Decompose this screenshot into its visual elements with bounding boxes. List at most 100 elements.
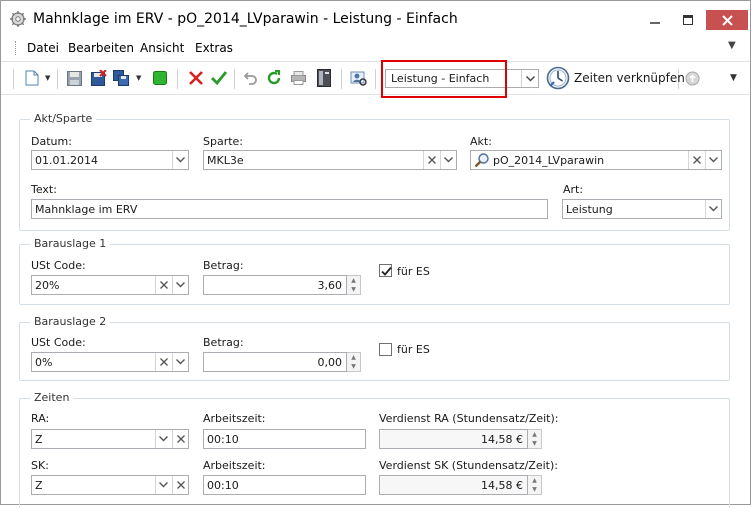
sk-verdienst-value: 14,58 € <box>481 479 523 492</box>
art-value: Leistung <box>566 203 613 216</box>
sparte-field[interactable]: MKL3e <box>203 150 457 170</box>
spin-up-icon[interactable]: ▲ <box>347 353 360 362</box>
ust-code-2-clear-icon[interactable] <box>155 353 171 371</box>
spin-down-icon[interactable]: ▼ <box>528 439 541 448</box>
cancel-button[interactable] <box>187 69 205 87</box>
ust-code-2-field[interactable]: 0% <box>31 352 189 372</box>
datum-field[interactable]: 01.01.2014 <box>31 150 189 170</box>
green-square-button[interactable] <box>151 69 169 87</box>
print-button[interactable] <box>289 69 307 87</box>
sparte-value: MKL3e <box>207 154 244 167</box>
akt-field[interactable]: pO_2014_LVparawin <box>470 150 722 170</box>
ust-code-1-clear-icon[interactable] <box>155 276 171 294</box>
group-barauslage-2: Barauslage 2 USt Code: 0% Betrag: 0,00 ▲… <box>19 315 730 381</box>
toolbar-overflow-chevron-icon[interactable]: ▼ <box>730 73 737 83</box>
datum-chevron-down-icon[interactable] <box>172 151 188 169</box>
art-field[interactable]: Leistung <box>562 199 722 219</box>
akt-search-icon[interactable] <box>474 152 490 171</box>
refresh-button[interactable] <box>265 69 283 87</box>
up-arrow-circle-icon <box>685 71 699 85</box>
ra-verdienst-value: 14,58 € <box>481 433 523 446</box>
ra-arbeitszeit-field[interactable]: 00:10 <box>203 429 366 449</box>
text-field[interactable]: Mahnklage im ERV <box>31 199 548 219</box>
datum-value: 01.01.2014 <box>35 154 98 167</box>
save-button[interactable] <box>65 69 83 87</box>
menu-extras[interactable]: Extras <box>195 41 233 55</box>
spin-down-icon[interactable]: ▼ <box>528 485 541 494</box>
sk-arbeitszeit-field[interactable]: 00:10 <box>203 475 366 495</box>
art-chevron-down-icon[interactable] <box>705 200 721 218</box>
menu-bearbeiten[interactable]: Bearbeiten <box>68 41 134 55</box>
ust-code-2-chevron-down-icon[interactable] <box>172 353 188 371</box>
checkmark-icon <box>211 71 227 85</box>
sk-arbeitszeit-value: 00:10 <box>207 479 239 492</box>
sparte-chevron-down-icon[interactable] <box>440 151 456 169</box>
new-document-button[interactable] <box>23 69 41 87</box>
save-all-dropdown-icon[interactable]: ▼ <box>136 74 141 82</box>
betrag-1-spinner[interactable]: ▲ ▼ <box>347 275 361 295</box>
sk-verdienst-field[interactable]: 14,58 € <box>379 475 528 495</box>
confirm-button[interactable] <box>210 69 228 87</box>
group-title-zeiten: Zeiten <box>30 391 74 404</box>
betrag-2-value: 0,00 <box>317 356 343 369</box>
ra-field[interactable]: Z <box>31 429 189 449</box>
spin-down-icon[interactable]: ▼ <box>347 362 360 371</box>
close-button[interactable] <box>706 10 748 30</box>
toolbar-separator <box>57 69 58 89</box>
fuer-es-2-checkbox[interactable] <box>379 343 392 356</box>
save-all-button[interactable] <box>112 69 130 87</box>
ra-verdienst-spinner[interactable]: ▲ ▼ <box>528 429 542 449</box>
refresh-icon <box>267 70 281 85</box>
maximize-button[interactable] <box>671 10 705 30</box>
undo-icon <box>244 72 257 85</box>
printer-icon <box>290 71 306 85</box>
spin-up-icon[interactable]: ▲ <box>347 276 360 285</box>
spin-down-icon[interactable]: ▼ <box>347 285 360 294</box>
akt-clear-icon[interactable] <box>688 151 704 169</box>
app-window: Mahnklage im ERV - pO_2014_LVparawin - L… <box>0 0 751 508</box>
ra-verdienst-field[interactable]: 14,58 € <box>379 429 528 449</box>
sk-field[interactable]: Z <box>31 475 189 495</box>
text-value: Mahnklage im ERV <box>35 203 138 216</box>
mode-select-chevron-down-icon[interactable] <box>521 70 538 87</box>
user-lookup-button[interactable] <box>350 69 368 87</box>
file-cabinet-button[interactable] <box>315 69 333 87</box>
undo-button[interactable] <box>242 69 260 87</box>
betrag-2-spinner[interactable]: ▲ ▼ <box>347 352 361 372</box>
spin-up-icon[interactable]: ▲ <box>528 430 541 439</box>
sk-verdienst-label: Verdienst SK (Stundensatz/Zeit): <box>379 459 558 472</box>
ra-arbeitszeit-label: Arbeitszeit: <box>203 412 266 425</box>
sk-chevron-down-icon[interactable] <box>155 476 171 494</box>
ust-code-1-field[interactable]: 20% <box>31 275 189 295</box>
menu-overflow-chevron-icon[interactable]: ▼ <box>728 40 736 51</box>
minimize-button[interactable] <box>638 10 672 30</box>
zeiten-verknuepfen-label: Zeiten verknüpfen <box>574 71 685 85</box>
spin-up-icon[interactable]: ▲ <box>528 476 541 485</box>
sk-clear-icon[interactable] <box>172 476 188 494</box>
sk-verdienst-spinner[interactable]: ▲ ▼ <box>528 475 542 495</box>
group-barauslage-1: Barauslage 1 USt Code: 20% Betrag: 3,60 … <box>19 237 730 305</box>
group-akt-sparte: Akt/Sparte Datum: 01.01.2014 Sparte: MKL… <box>19 112 730 231</box>
menu-grip <box>15 41 17 55</box>
menu-ansicht[interactable]: Ansicht <box>140 41 184 55</box>
fuer-es-1-checkbox[interactable] <box>379 264 392 277</box>
ra-clear-icon[interactable] <box>172 430 188 448</box>
menu-datei[interactable]: Datei <box>27 41 59 55</box>
save-close-icon <box>91 70 107 86</box>
minimize-icon <box>650 22 660 24</box>
new-document-dropdown-icon[interactable]: ▼ <box>45 74 50 82</box>
info-button[interactable] <box>683 69 701 87</box>
save-close-button[interactable] <box>90 69 108 87</box>
ust-code-1-chevron-down-icon[interactable] <box>172 276 188 294</box>
checkmark-icon <box>381 266 392 276</box>
betrag-2-field[interactable]: 0,00 <box>203 352 347 372</box>
toolbar-separator <box>177 69 178 89</box>
sparte-clear-icon[interactable] <box>423 151 439 169</box>
ra-arbeitszeit-value: 00:10 <box>207 433 239 446</box>
new-document-icon <box>25 70 39 86</box>
betrag-1-field[interactable]: 3,60 <box>203 275 347 295</box>
akt-chevron-down-icon[interactable] <box>705 151 721 169</box>
akt-value: pO_2014_LVparawin <box>493 154 605 167</box>
zeiten-verknuepfen-button[interactable]: Zeiten verknüpfen <box>546 66 685 90</box>
ra-chevron-down-icon[interactable] <box>155 430 171 448</box>
